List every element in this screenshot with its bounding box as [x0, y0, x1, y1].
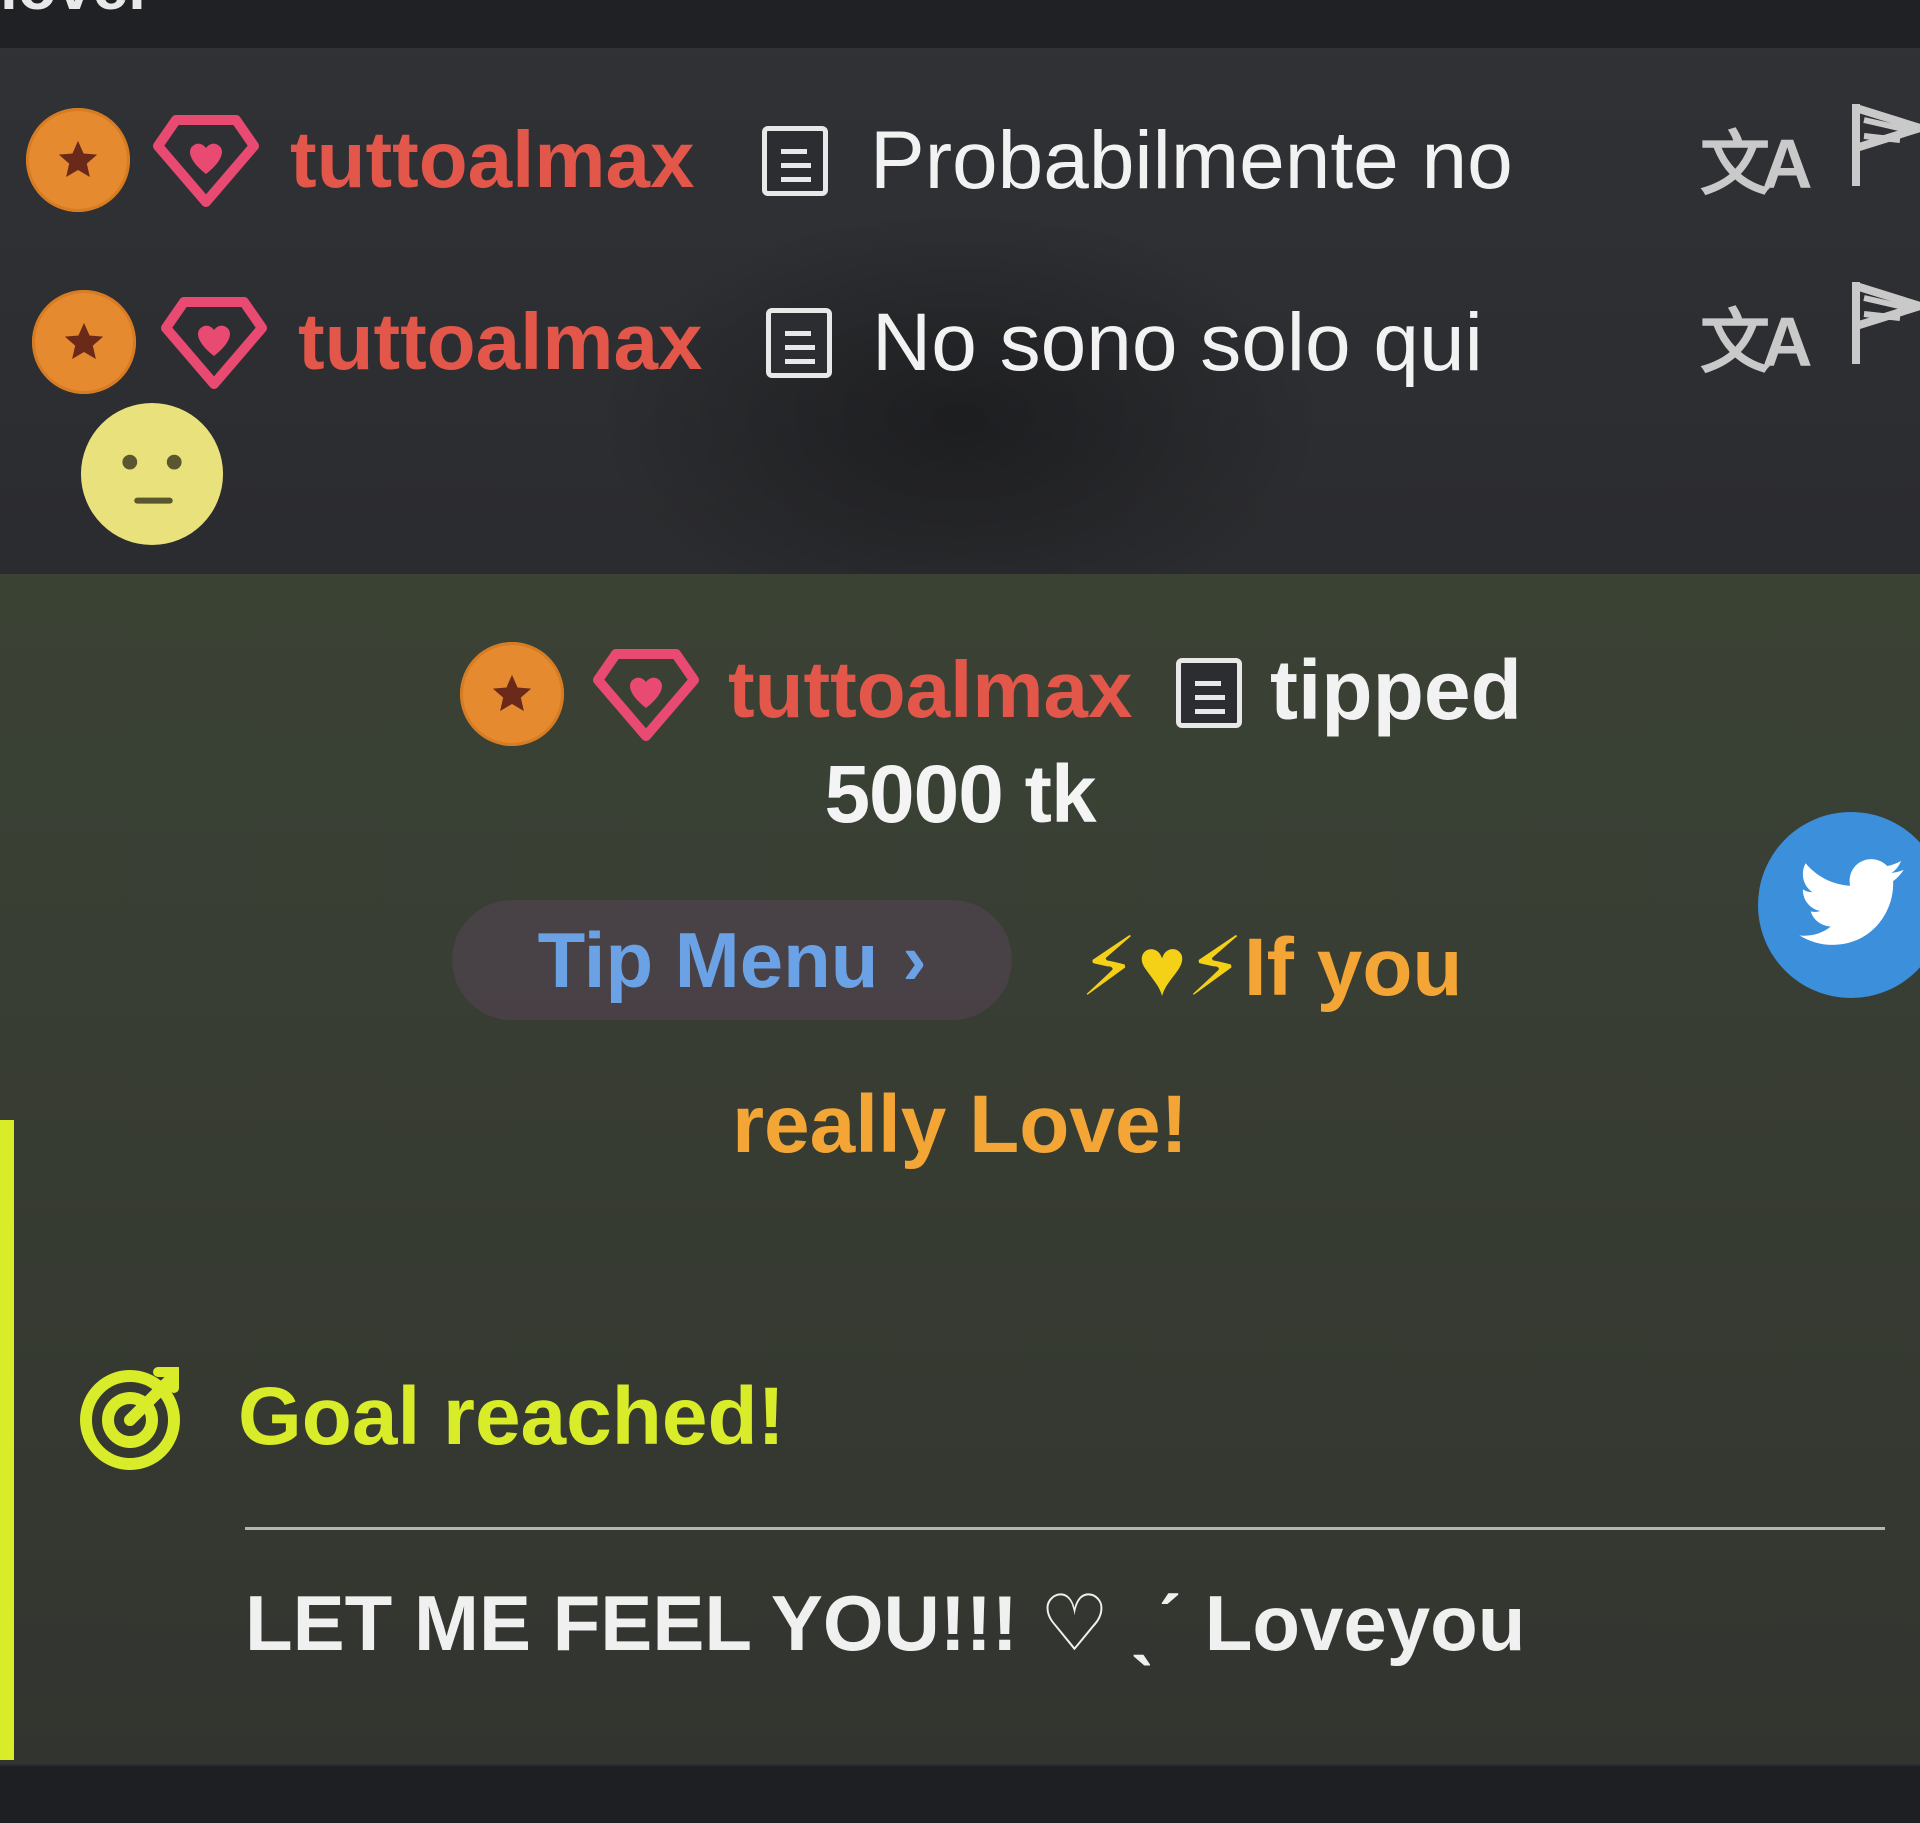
note-icon[interactable] [1176, 658, 1242, 728]
tip-menu-item-line1: If you [1243, 922, 1463, 1013]
tip-menu-button[interactable]: Tip Menu › [452, 900, 1012, 1020]
chat-input-area[interactable] [0, 1766, 1920, 1823]
chevron-right-icon: › [902, 920, 927, 1000]
star-badge-icon [26, 108, 130, 212]
tip-menu-item-text: ⚡♥⚡If you [1080, 920, 1463, 1015]
previous-message-strip: lover [0, 0, 1920, 48]
twitter-bird-icon [1799, 859, 1904, 945]
chat-message[interactable]: tuttoalmax Probabilmente no 文A [0, 100, 1920, 220]
chat-message-text: Probabilmente no [870, 115, 1513, 206]
report-flag-icon[interactable] [1848, 278, 1920, 368]
heart-gem-icon [153, 115, 259, 207]
goal-description: LET ME FEEL YOU!!! ♡ ˎˊ Loveyou [245, 1579, 1526, 1667]
tip-username[interactable]: tuttoalmax [728, 644, 1133, 736]
star-badge-icon [460, 642, 564, 746]
translate-icon[interactable]: 文A [1700, 108, 1813, 209]
heart-gem-icon [593, 649, 699, 741]
heart-gem-icon [161, 297, 267, 389]
goal-reached-text: Goal reached! [238, 1371, 785, 1462]
chat-username[interactable]: tuttoalmax [290, 114, 695, 206]
previous-message-text: lover [0, 0, 153, 24]
chat-username[interactable]: tuttoalmax [298, 296, 703, 388]
divider [245, 1527, 1885, 1530]
tip-header: tuttoalmax tipped [460, 640, 1560, 750]
tip-amount: 5000 tk [824, 749, 1096, 840]
note-icon[interactable] [762, 126, 828, 196]
chat-message[interactable]: tuttoalmax No sono solo qui 文A [0, 280, 1920, 400]
translate-icon[interactable]: 文A [1700, 286, 1813, 387]
tip-menu-label: Tip Menu [537, 915, 879, 1004]
tip-menu-item-line2: really Love! [732, 1079, 1188, 1170]
lightning-heart-emoji: ⚡♥⚡ [1080, 922, 1244, 1013]
chat-panel: lover tuttoalmax Probabilmente no 文A tut… [0, 0, 1920, 1823]
star-badge-icon [32, 290, 136, 394]
tip-action: tipped [1270, 643, 1522, 737]
report-flag-icon[interactable] [1848, 100, 1920, 190]
note-icon[interactable] [766, 308, 832, 378]
goal-accent-bar [0, 1120, 14, 1760]
chat-message-text: No sono solo qui [872, 297, 1483, 388]
target-icon [80, 1367, 180, 1470]
neutral-smiley-emoji [80, 402, 224, 546]
goal-status: Goal reached! [78, 1360, 1078, 1470]
